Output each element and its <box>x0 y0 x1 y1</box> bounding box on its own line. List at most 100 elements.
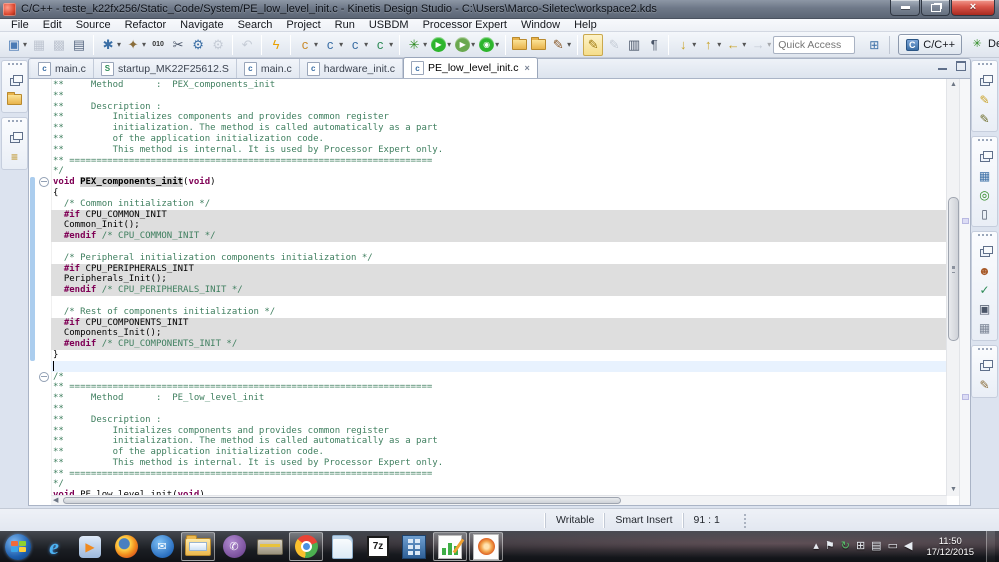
code-line[interactable]: /* Common initialization */ <box>51 199 947 210</box>
speaker-icon[interactable]: ◀ <box>904 541 912 552</box>
manage-configurations-button-dropdown[interactable]: ▾ <box>117 40 121 49</box>
manage-configurations-button[interactable]: ✱ ▾ <box>99 35 122 55</box>
perspective-cc[interactable]: C/C++ <box>898 34 963 55</box>
perspective-debug[interactable]: Debug <box>964 34 999 53</box>
new-class-button-dropdown[interactable]: ▾ <box>389 40 393 49</box>
menu-file[interactable]: File <box>4 19 36 32</box>
restore-bottom-view-button[interactable] <box>972 356 997 375</box>
minimize-button[interactable] <box>890 0 920 16</box>
forward-button-dropdown[interactable]: ▾ <box>767 40 771 49</box>
last-edit-location-button-dropdown[interactable]: ▾ <box>692 40 696 49</box>
start-button[interactable] <box>1 532 35 561</box>
debug-button-dropdown[interactable]: ▾ <box>423 40 427 49</box>
code-line[interactable]: /* Rest of components initialization */ <box>51 307 947 318</box>
code-line[interactable]: Components_Init(); <box>51 328 947 340</box>
thunderbird-icon[interactable]: ✉ <box>145 532 179 561</box>
flash-programmer-button[interactable]: ϟ <box>267 35 285 55</box>
code-line[interactable]: /* <box>51 372 947 383</box>
action-center-flag-icon[interactable]: ⚑ <box>825 541 835 552</box>
code-line[interactable]: ** Method : PE_low_level_init <box>51 393 947 404</box>
7zip-icon[interactable]: 7z <box>361 532 395 561</box>
menu-source[interactable]: Source <box>69 19 118 32</box>
tab-PE_low_level_init.c[interactable]: c PE_low_level_init.c × <box>402 57 538 78</box>
restore-button[interactable] <box>921 0 950 16</box>
profile-button[interactable]: ◉ ▾ <box>478 35 500 55</box>
restore-outline-left-button[interactable] <box>2 128 27 147</box>
fold-column[interactable] <box>37 79 52 505</box>
code-line[interactable]: ** Initializes components and provides c… <box>51 426 947 437</box>
open-perspective-button[interactable]: ⊞ <box>865 35 891 54</box>
mark-occurrences-button[interactable]: ✎ <box>583 33 604 56</box>
code-line[interactable]: #endif /* CPU_COMPONENTS_INIT */ <box>51 339 947 350</box>
binary-file-button[interactable]: 010 <box>149 35 167 55</box>
show-hidden-icons-button[interactable]: ▴ <box>813 541 819 552</box>
code-line[interactable]: Peripherals_Init(); <box>51 274 947 286</box>
tab-main.c[interactable]: c main.c <box>236 59 300 78</box>
menu-window[interactable]: Window <box>514 19 567 32</box>
firefox-icon[interactable] <box>109 532 143 561</box>
debug-settings-gear-button[interactable]: ⚙ <box>189 35 207 55</box>
tab-main.c[interactable]: c main.c <box>31 59 94 78</box>
code-line[interactable]: #if CPU_COMMON_INIT <box>51 209 947 221</box>
overview-ruler[interactable] <box>959 79 970 505</box>
code-line[interactable]: { <box>51 188 947 199</box>
tab-hardware_init.c[interactable]: c hardware_init.c <box>299 59 403 78</box>
internet-explorer-icon[interactable]: e <box>37 532 71 561</box>
code-line[interactable]: Common_Init(); <box>51 220 947 232</box>
windows-update-icon[interactable]: ↻ <box>841 541 850 552</box>
new-source-file-button[interactable]: c ▾ <box>346 35 369 55</box>
profile-button-dropdown[interactable]: ▾ <box>495 40 499 49</box>
menu-help[interactable]: Help <box>567 19 604 32</box>
new-project-wizard-button[interactable]: c ▾ <box>296 35 319 55</box>
code-line[interactable]: ** =====================================… <box>51 156 947 167</box>
console-monitor-icon[interactable]: ▣ <box>972 299 997 318</box>
viber-icon[interactable]: ✆ <box>217 532 251 561</box>
code-line[interactable]: ** <box>51 91 947 102</box>
annotation-ruler[interactable] <box>29 79 37 505</box>
tasks-check-icon[interactable]: ✓ <box>972 280 997 299</box>
code-line[interactable]: #endif /* CPU_PERIPHERALS_INIT */ <box>51 285 947 296</box>
code-line[interactable]: */ <box>51 479 947 490</box>
code-brush-button-dropdown[interactable]: ▾ <box>567 40 571 49</box>
pen-icon[interactable]: ✎ <box>972 375 997 394</box>
menu-run[interactable]: Run <box>328 19 362 32</box>
back-button[interactable]: ← ▾ <box>724 35 747 55</box>
debug-button[interactable]: ✳ ▾ <box>405 35 428 55</box>
new-wizard-button[interactable]: ▣ ▾ <box>5 35 28 55</box>
code-line[interactable]: ** Description : <box>51 415 947 426</box>
fold-collapse-button[interactable] <box>39 371 49 382</box>
network-app-icon[interactable] <box>469 532 503 561</box>
next-annotation-button[interactable]: ↑ ▾ <box>699 35 722 55</box>
chrome-icon[interactable] <box>289 532 323 561</box>
code-line[interactable]: */ <box>51 166 947 177</box>
components-icon[interactable]: ▦ <box>972 166 997 185</box>
notepad-icon[interactable] <box>325 532 359 561</box>
code-line[interactable]: ** =====================================… <box>51 382 947 393</box>
minimize-editor-button[interactable] <box>937 61 949 71</box>
code-line[interactable]: ** =====================================… <box>51 469 947 480</box>
menu-search[interactable]: Search <box>231 19 280 32</box>
code-line[interactable] <box>51 360 947 372</box>
code-editor[interactable]: ** Method : PEX_components_init ** ** Desc… <box>28 78 971 506</box>
code-line[interactable]: #if CPU_PERIPHERALS_INIT <box>51 263 947 275</box>
new-wizard-button-dropdown[interactable]: ▾ <box>23 40 27 49</box>
code-line[interactable]: ** <box>51 404 947 415</box>
fold-collapse-button[interactable] <box>39 177 49 188</box>
last-edit-location-button[interactable]: ↓ ▾ <box>674 35 697 55</box>
open-project-button[interactable] <box>530 35 547 55</box>
properties-table-icon[interactable]: ▦ <box>972 318 997 337</box>
outline-tree-icon[interactable]: ≡ <box>2 147 27 166</box>
code-line[interactable]: ** Initializes components and provides c… <box>51 112 947 123</box>
display-icon[interactable]: ▭ <box>888 541 898 552</box>
new-build-target-button[interactable]: c ▾ <box>321 35 344 55</box>
grid-icon[interactable]: ⊞ <box>856 541 865 552</box>
scroll-left-arrow[interactable]: ◀ <box>53 496 58 505</box>
new-project-wizard-button-dropdown[interactable]: ▾ <box>314 40 318 49</box>
code-line[interactable]: #if CPU_COMPONENTS_INIT <box>51 317 947 329</box>
vertical-scroll-thumb[interactable] <box>948 197 959 341</box>
close-tab-button[interactable]: × <box>524 63 529 73</box>
tool-icon[interactable] <box>253 532 287 561</box>
run-button-dropdown[interactable]: ▾ <box>447 40 451 49</box>
overview-mark[interactable] <box>962 394 969 400</box>
menu-edit[interactable]: Edit <box>36 19 69 32</box>
